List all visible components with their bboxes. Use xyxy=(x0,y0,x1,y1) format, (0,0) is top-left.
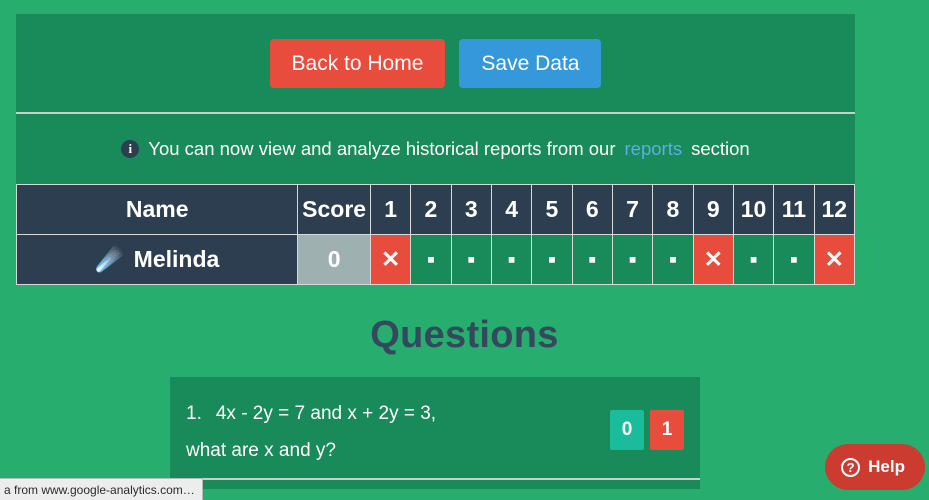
student-identity: ☄️ Melinda xyxy=(95,246,219,273)
help-button[interactable]: ? Help xyxy=(825,444,925,490)
answer-cell-11[interactable]: ▪ xyxy=(773,234,815,285)
answer-cell-3[interactable]: ▪ xyxy=(450,234,492,285)
help-label: Help xyxy=(868,457,905,476)
student-score-cell: 0 xyxy=(297,234,371,285)
question-number: 1. xyxy=(186,403,202,424)
header-name: Name xyxy=(15,184,299,235)
alert-text-after: section xyxy=(691,138,750,159)
question-text: 1. 4x - 2y = 7 and x + 2y = 3, what are x… xyxy=(186,395,610,469)
answer-cell-5[interactable]: ▪ xyxy=(531,234,573,285)
header-question-3: 3 xyxy=(450,184,492,235)
question-line-1: 4x - 2y = 7 and x + 2y = 3, xyxy=(215,403,437,424)
header-question-10: 10 xyxy=(732,184,775,235)
reports-link[interactable]: reports xyxy=(625,138,683,160)
alert-text-before: You can now view and analyze historical … xyxy=(148,138,616,159)
question-circle-icon: ? xyxy=(841,457,861,477)
header-score: Score xyxy=(297,184,371,235)
question-card-divider xyxy=(170,478,700,480)
header-question-2: 2 xyxy=(410,184,452,235)
answer-cell-8[interactable]: ▪ xyxy=(652,234,694,285)
answer-cell-9[interactable]: ✕ xyxy=(692,234,734,285)
score-table-wrapper: Name Score 1 2 3 4 5 6 7 8 9 10 11 12 ☄️… xyxy=(15,184,856,285)
main-content-panel: Back to Home Save Data i You can now vie… xyxy=(15,14,856,285)
answer-cell-12[interactable]: ✕ xyxy=(813,234,856,285)
table-head: Name Score 1 2 3 4 5 6 7 8 9 10 11 12 xyxy=(15,184,856,235)
student-name-cell[interactable]: ☄️ Melinda xyxy=(15,234,299,285)
header-question-5: 5 xyxy=(531,184,573,235)
comet-emoji-icon: ☄️ xyxy=(95,246,124,272)
answer-cell-2[interactable]: ▪ xyxy=(410,234,452,285)
question-line-2: what are x and y? xyxy=(186,440,336,462)
table-row: ☄️ Melinda 0 ✕ ▪ ▪ ▪ ▪ ▪ ▪ ▪ ✕ ▪ ▪ ✕ xyxy=(15,234,856,285)
back-to-home-button[interactable]: Back to Home xyxy=(269,38,446,88)
header-question-6: 6 xyxy=(571,184,613,235)
answer-cell-4[interactable]: ▪ xyxy=(490,234,533,285)
header-question-8: 8 xyxy=(652,184,694,235)
answer-cell-7[interactable]: ▪ xyxy=(611,234,654,285)
save-data-button[interactable]: Save Data xyxy=(459,38,602,88)
questions-heading: Questions xyxy=(370,314,559,356)
header-question-9: 9 xyxy=(692,184,734,235)
status-bar-text: a from www.google-analytics.com… xyxy=(4,482,195,497)
info-icon: i xyxy=(121,140,140,158)
info-alert-banner: i You can now view and analyze historica… xyxy=(16,114,855,184)
header-question-12: 12 xyxy=(813,184,856,235)
table-header-row: Name Score 1 2 3 4 5 6 7 8 9 10 11 12 xyxy=(15,184,856,235)
alert-content: i You can now view and analyze historica… xyxy=(121,138,750,160)
browser-status-bar: a from www.google-analytics.com… xyxy=(0,478,203,500)
header-question-4: 4 xyxy=(490,184,533,235)
answer-cell-10[interactable]: ▪ xyxy=(732,234,775,285)
question-score-buttons: 0 1 xyxy=(610,410,684,450)
score-table: Name Score 1 2 3 4 5 6 7 8 9 10 11 12 ☄️… xyxy=(15,184,856,285)
header-question-11: 11 xyxy=(773,184,815,235)
student-name-label: Melinda xyxy=(133,246,220,272)
answer-cell-1[interactable]: ✕ xyxy=(369,234,412,285)
header-question-1: 1 xyxy=(369,184,412,235)
question-card: 1. 4x - 2y = 7 and x + 2y = 3, what are x… xyxy=(170,377,700,490)
answer-cell-6[interactable]: ▪ xyxy=(571,234,613,285)
score-one-button[interactable]: 1 xyxy=(650,410,684,450)
table-body: ☄️ Melinda 0 ✕ ▪ ▪ ▪ ▪ ▪ ▪ ▪ ✕ ▪ ▪ ✕ xyxy=(15,234,856,285)
header-question-7: 7 xyxy=(611,184,654,235)
score-zero-button[interactable]: 0 xyxy=(610,410,644,450)
toolbar: Back to Home Save Data xyxy=(16,14,855,114)
